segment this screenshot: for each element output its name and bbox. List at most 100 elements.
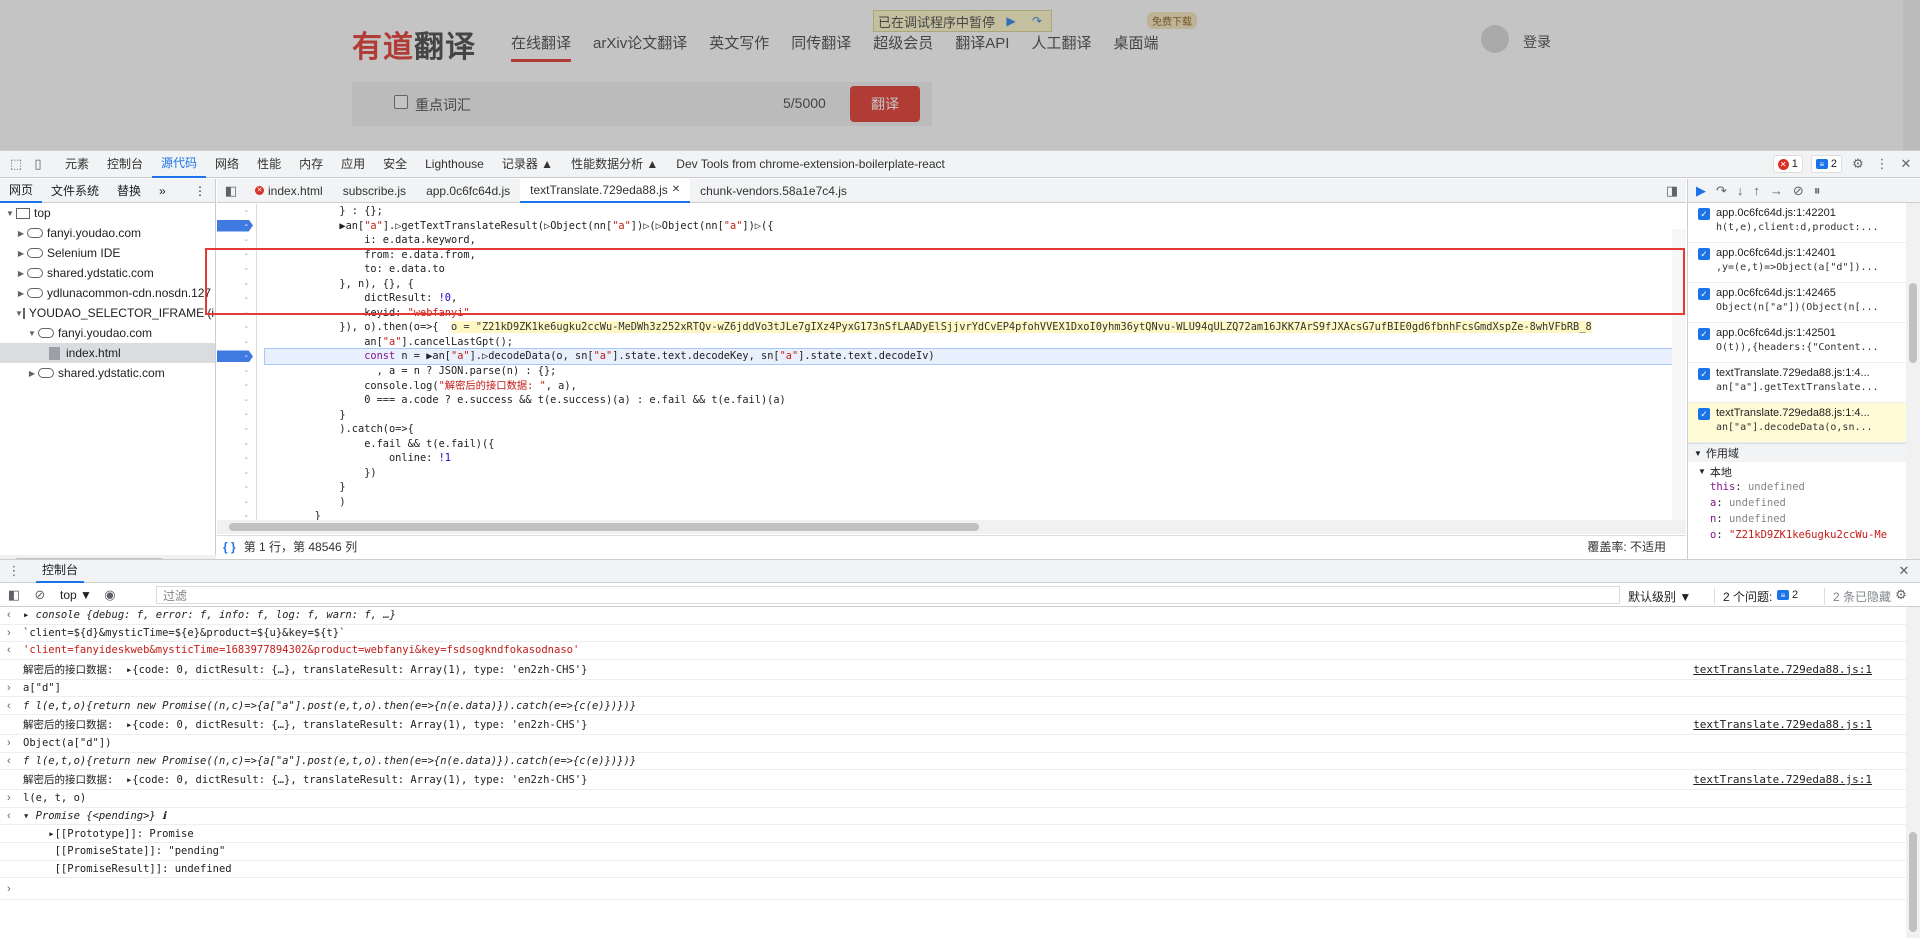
step-icon[interactable]: → — [1770, 183, 1783, 198]
tree-item[interactable]: index.html — [0, 343, 215, 363]
site-nav-item[interactable]: 同传翻译 — [791, 32, 851, 62]
call-frame[interactable]: ✓ textTranslate.729eda88.js:1:4... an["a"]… — [1688, 403, 1920, 443]
scope-variable[interactable]: a: undefined — [1688, 497, 1920, 513]
call-frame[interactable]: ✓ app.0c6fc64d.js:1:42465 Object(n["a"])(O… — [1688, 283, 1920, 323]
gutter-line[interactable]: - — [217, 451, 256, 466]
panel-tab[interactable]: 源代码 — [152, 151, 207, 178]
tree-item[interactable]: ▶ fanyi.youdao.com — [0, 223, 215, 243]
code-horizontal-scrollbar[interactable] — [217, 520, 1686, 534]
pause-on-exceptions-icon[interactable]: ⏸ — [1814, 183, 1821, 199]
issues-label[interactable]: 2 个问题: — [1714, 588, 1772, 605]
expand-arrow-icon[interactable]: ▶ — [15, 289, 27, 298]
console-message[interactable]: ▸[[Prototype]]: Promise — [0, 825, 1920, 843]
console-message[interactable]: › a["d"] — [0, 680, 1920, 698]
gutter-line[interactable]: - — [217, 219, 256, 234]
tree-item[interactable]: ▼ top — [0, 203, 215, 223]
gutter-line[interactable]: - — [217, 335, 256, 350]
expand-arrow-icon[interactable]: ▶ — [15, 229, 27, 238]
panel-tab[interactable]: Dev Tools from chrome-extension-boilerpl… — [667, 151, 954, 178]
step-out-icon[interactable]: ↑ — [1753, 183, 1760, 198]
site-nav-item[interactable]: 英文写作 — [709, 32, 769, 62]
keyword-checkbox[interactable] — [394, 95, 408, 109]
code-line[interactable]: } : {}; — [265, 204, 1685, 219]
code-line[interactable]: ).catch(o=>{ — [265, 422, 1685, 437]
code-lines[interactable]: } : {}; ▶an["a"].▷getTextTranslateResult… — [264, 204, 1686, 520]
close-icon[interactable]: ✕ — [1898, 156, 1914, 172]
navigator-tab[interactable]: 文件系统 — [42, 179, 108, 203]
tree-item[interactable]: ▼ YOUDAO_SELECTOR_IFRAME (in — [0, 303, 215, 323]
scope-variable[interactable]: o: "Z21kD9ZK1ke6ugku2ccWu-Me — [1688, 529, 1920, 545]
console-message[interactable]: [[PromiseState]]: "pending" — [0, 843, 1920, 861]
code-line[interactable]: from: e.data.from, — [265, 248, 1685, 263]
code-line[interactable]: ) — [265, 495, 1685, 510]
panel-tab[interactable]: 安全 — [374, 151, 416, 178]
file-tab[interactable]: subscribe.js — [333, 179, 416, 203]
call-frame[interactable]: ✓ app.0c6fc64d.js:1:42501 O(t)),{headers:{… — [1688, 323, 1920, 363]
code-line[interactable]: ▶an["a"].▷getTextTranslateResult(▷Object… — [265, 219, 1685, 234]
scope-variable[interactable]: this: undefined — [1688, 481, 1920, 497]
code-line[interactable]: dictResult: !0, — [265, 291, 1685, 306]
file-tab[interactable]: ✕ index.html — [245, 179, 333, 203]
console-message[interactable]: ‹ ▸ console {debug: f, error: f, info: f,… — [0, 607, 1920, 625]
expand-arrow-icon[interactable]: ▶ — [15, 249, 27, 258]
gutter-line[interactable]: - — [217, 495, 256, 510]
free-download-badge[interactable]: 免费下载 — [1147, 12, 1197, 29]
checkbox-icon[interactable]: ✓ — [1698, 368, 1710, 380]
gutter-line[interactable]: - — [217, 437, 256, 452]
site-nav-item[interactable]: 桌面端 — [1113, 32, 1158, 62]
expand-arrow-icon[interactable]: ▶ — [15, 269, 27, 278]
console-message[interactable]: 解密后的接口数据: ▸{code: 0, dictResult: {…}, tr… — [0, 660, 1920, 680]
avatar[interactable] — [1481, 25, 1509, 53]
youdao-logo[interactable]: 有道翻译 — [352, 22, 476, 66]
console-message[interactable]: ‹ ▾ Promise {<pending>} ℹ — [0, 808, 1920, 826]
sidebar-toggle-icon[interactable]: ◧ — [6, 587, 22, 603]
gutter-line[interactable]: - — [217, 408, 256, 423]
console-message[interactable]: › Object(a["d"]) — [0, 735, 1920, 753]
pretty-print-icon[interactable]: { } — [223, 540, 236, 554]
code-line[interactable]: } — [265, 408, 1685, 423]
error-badge[interactable]: ✕ 1 — [1772, 155, 1803, 173]
console-scrollbar[interactable] — [1906, 607, 1920, 938]
site-nav-item[interactable]: arXiv论文翻译 — [593, 32, 687, 62]
checkbox-icon[interactable]: ✓ — [1698, 208, 1710, 220]
tree-item[interactable]: ▶ Selenium IDE — [0, 243, 215, 263]
toggle-navigator-icon[interactable]: ◧ — [223, 183, 239, 199]
code-line[interactable]: } — [265, 480, 1685, 495]
expand-arrow-icon[interactable]: ▼ — [26, 329, 38, 338]
resume-icon[interactable]: ▶ — [1001, 13, 1021, 29]
gutter-line[interactable]: - — [217, 233, 256, 248]
panel-tab[interactable]: 控制台 — [98, 151, 152, 178]
panel-tab[interactable]: 性能数据分析 ▲ — [562, 151, 667, 178]
gutter-line[interactable]: - — [217, 379, 256, 394]
gutter-line[interactable]: - — [217, 320, 256, 335]
device-toolbar-icon[interactable]: ▯ — [30, 156, 46, 172]
drawer-close-icon[interactable]: ✕ — [1896, 563, 1912, 579]
log-level-select[interactable]: 默认级别 ▼ — [1628, 588, 1691, 605]
clear-console-icon[interactable]: ⊘ — [32, 587, 48, 603]
code-line[interactable]: console.log("解密后的接口数据: ", a), — [265, 379, 1685, 394]
console-message[interactable]: › l(e, t, o) — [0, 790, 1920, 808]
tree-item[interactable]: ▶ shared.ydstatic.com — [0, 263, 215, 283]
checkbox-icon[interactable]: ✓ — [1698, 288, 1710, 300]
code-line[interactable]: keyid: "webfanyi" — [265, 306, 1685, 321]
translate-button[interactable]: 翻译 — [850, 86, 920, 122]
gutter-line[interactable]: - — [217, 204, 256, 219]
file-tab[interactable]: app.0c6fc64d.js — [416, 179, 520, 203]
gutter-line[interactable]: - — [217, 291, 256, 306]
panel-tab[interactable]: 内存 — [290, 151, 332, 178]
navigator-tab[interactable]: » — [150, 179, 175, 203]
console-source-link[interactable]: textTranslate.729eda88.js:1 — [1693, 773, 1872, 786]
console-settings-icon[interactable]: ⚙ — [1893, 587, 1909, 603]
code-line[interactable]: to: e.data.to — [265, 262, 1685, 277]
navigator-tab[interactable]: 网页 — [0, 179, 43, 203]
step-over-icon[interactable]: ↷ — [1027, 13, 1047, 29]
deactivate-breakpoints-icon[interactable]: ⊘ — [1793, 183, 1804, 199]
site-nav-item[interactable]: 在线翻译 — [511, 32, 572, 62]
console-message[interactable]: 解密后的接口数据: ▸{code: 0, dictResult: {…}, tr… — [0, 770, 1920, 791]
gutter-line[interactable]: - — [217, 364, 256, 379]
console-message[interactable]: ‹ f l(e,t,o){return new Promise((n,c)=>{a… — [0, 753, 1920, 771]
file-tab[interactable]: textTranslate.729eda88.js ✕ — [520, 178, 691, 203]
code-line[interactable]: 0 === a.code ? e.success && t(e.success)… — [265, 393, 1685, 408]
checkbox-icon[interactable]: ✓ — [1698, 328, 1710, 340]
gutter-line[interactable]: - — [217, 277, 256, 292]
